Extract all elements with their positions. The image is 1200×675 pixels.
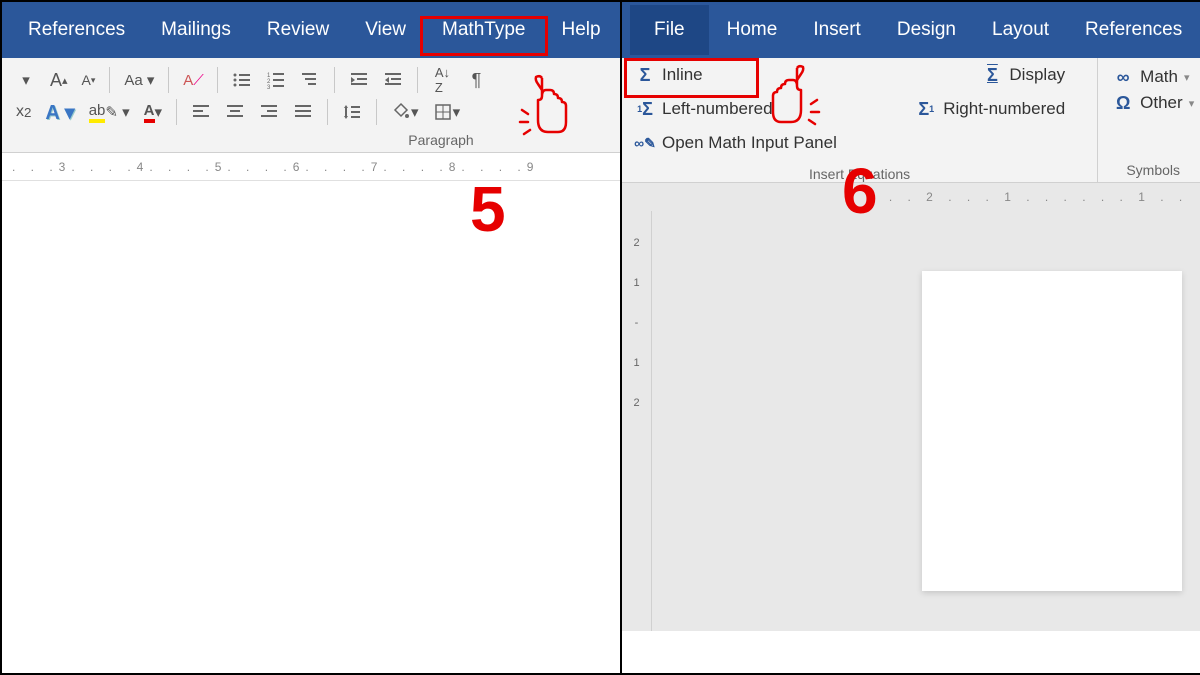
left-pane: References Mailings Review View MathType… xyxy=(2,2,622,673)
document-area-right: 2 1 - 1 2 xyxy=(622,211,1200,631)
vertical-ruler[interactable]: 2 1 - 1 2 xyxy=(622,211,652,631)
decrease-indent-icon[interactable] xyxy=(345,66,373,94)
separator xyxy=(176,99,177,125)
horizontal-ruler-right[interactable]: . . 2 . . . 1 . . . . . . 1 . . xyxy=(622,183,1200,211)
math-symbols-button[interactable]: ∞ Math ▾ xyxy=(1112,66,1194,88)
omega-icon: Ω xyxy=(1112,92,1134,114)
separator xyxy=(327,99,328,125)
align-center-icon[interactable] xyxy=(221,98,249,126)
line-spacing-icon[interactable] xyxy=(338,98,366,126)
step-number-6: 6 xyxy=(842,154,878,228)
math-symbols-label: Math xyxy=(1140,67,1178,87)
symbols-group-label: Symbols xyxy=(1112,162,1194,178)
vruler-mark: 1 xyxy=(633,357,639,369)
sigma-display-icon: Σ xyxy=(981,64,1003,86)
sort-icon[interactable]: A↓Z xyxy=(428,66,456,94)
display-label: Display xyxy=(1009,65,1065,85)
shading-icon[interactable]: ▾ xyxy=(387,98,423,126)
math-input-icon: ∞✎ xyxy=(634,132,656,154)
vruler-mark: 2 xyxy=(633,237,639,249)
tab-references-right[interactable]: References xyxy=(1067,5,1200,55)
shrink-font-icon[interactable]: A▾ xyxy=(78,66,100,94)
step-number-5: 5 xyxy=(470,172,506,246)
tab-help[interactable]: Help xyxy=(543,5,618,55)
tab-design[interactable]: Design xyxy=(879,5,974,55)
separator xyxy=(168,67,169,93)
sigma-right-numbered-icon: Σ1 xyxy=(915,98,937,120)
sigma-left-numbered-icon: 1Σ xyxy=(634,98,656,120)
multilevel-list-icon[interactable] xyxy=(296,66,324,94)
highlight-box-mathtype xyxy=(420,16,548,56)
ruler-marks: . . .3. . . .4. . . .5. . . .6. . . .7. … xyxy=(12,160,539,174)
right-numbered-button[interactable]: Σ1 Right-numbered xyxy=(915,98,1065,120)
align-left-icon[interactable] xyxy=(187,98,215,126)
tab-review[interactable]: Review xyxy=(249,5,347,55)
tab-references[interactable]: References xyxy=(10,5,143,55)
vruler-mark: - xyxy=(635,317,639,329)
vruler-mark: 1 xyxy=(633,277,639,289)
align-right-icon[interactable] xyxy=(255,98,283,126)
font-color-icon[interactable]: A ▾ xyxy=(140,98,166,126)
ribbon-tabs-right: File Home Insert Design Layout Reference… xyxy=(622,2,1200,58)
separator xyxy=(376,99,377,125)
font-dropdown-arrow-icon[interactable]: ▾ xyxy=(12,66,40,94)
clear-formatting-icon[interactable]: A⟋ xyxy=(179,66,207,94)
tab-insert[interactable]: Insert xyxy=(795,5,879,55)
tab-view[interactable]: View xyxy=(347,5,424,55)
bullets-icon[interactable] xyxy=(228,66,256,94)
chevron-down-icon: ▾ xyxy=(1184,71,1190,84)
increase-indent-icon[interactable] xyxy=(379,66,407,94)
separator xyxy=(417,67,418,93)
chevron-down-icon: ▾ xyxy=(1189,97,1195,110)
display-button[interactable]: Σ Display xyxy=(981,64,1065,86)
pointing-hand-icon xyxy=(512,72,572,152)
justify-icon[interactable] xyxy=(289,98,317,126)
other-symbols-label: Other xyxy=(1140,93,1183,113)
horizontal-ruler-left[interactable]: . . .3. . . .4. . . .5. . . .6. . . .7. … xyxy=(2,153,620,181)
infinity-icon: ∞ xyxy=(1112,66,1134,88)
separator xyxy=(109,67,110,93)
left-numbered-label: Left-numbered xyxy=(662,99,773,119)
symbols-group: ∞ Math ▾ Ω Other ▾ Symbols xyxy=(1097,58,1200,182)
document-area-left[interactable] xyxy=(2,181,620,611)
numbering-icon[interactable]: 123 xyxy=(262,66,290,94)
right-pane: File Home Insert Design Layout Reference… xyxy=(622,2,1200,673)
other-symbols-button[interactable]: Ω Other ▾ xyxy=(1112,92,1194,114)
separator xyxy=(334,67,335,93)
pointing-hand-icon xyxy=(767,62,827,142)
separator xyxy=(217,67,218,93)
document-page[interactable] xyxy=(922,271,1182,591)
left-numbered-button[interactable]: 1Σ Left-numbered xyxy=(634,98,773,120)
highlight-box-inline xyxy=(624,58,759,98)
ruler-marks-right: . . 2 . . . 1 . . . . . . 1 . . xyxy=(889,190,1188,204)
tab-home[interactable]: Home xyxy=(709,5,796,55)
vruler-mark: 2 xyxy=(633,397,639,409)
svg-text:3: 3 xyxy=(267,85,271,90)
subscript-superscript-icon[interactable]: x2 xyxy=(12,98,35,126)
change-case-icon[interactable]: Aa ▾ xyxy=(120,66,158,94)
page-background xyxy=(652,211,1200,631)
tab-mailings[interactable]: Mailings xyxy=(143,5,249,55)
borders-icon[interactable]: ▾ xyxy=(429,98,465,126)
highlight-icon[interactable]: ab✎ ▾ xyxy=(85,98,134,126)
tab-layout[interactable]: Layout xyxy=(974,5,1067,55)
text-effects-icon[interactable]: A ▾ xyxy=(41,98,78,126)
right-numbered-label: Right-numbered xyxy=(943,99,1065,119)
tab-file[interactable]: File xyxy=(630,5,709,55)
show-hide-paragraph-icon[interactable]: ¶ xyxy=(462,66,490,94)
grow-font-icon[interactable]: A▴ xyxy=(46,66,72,94)
